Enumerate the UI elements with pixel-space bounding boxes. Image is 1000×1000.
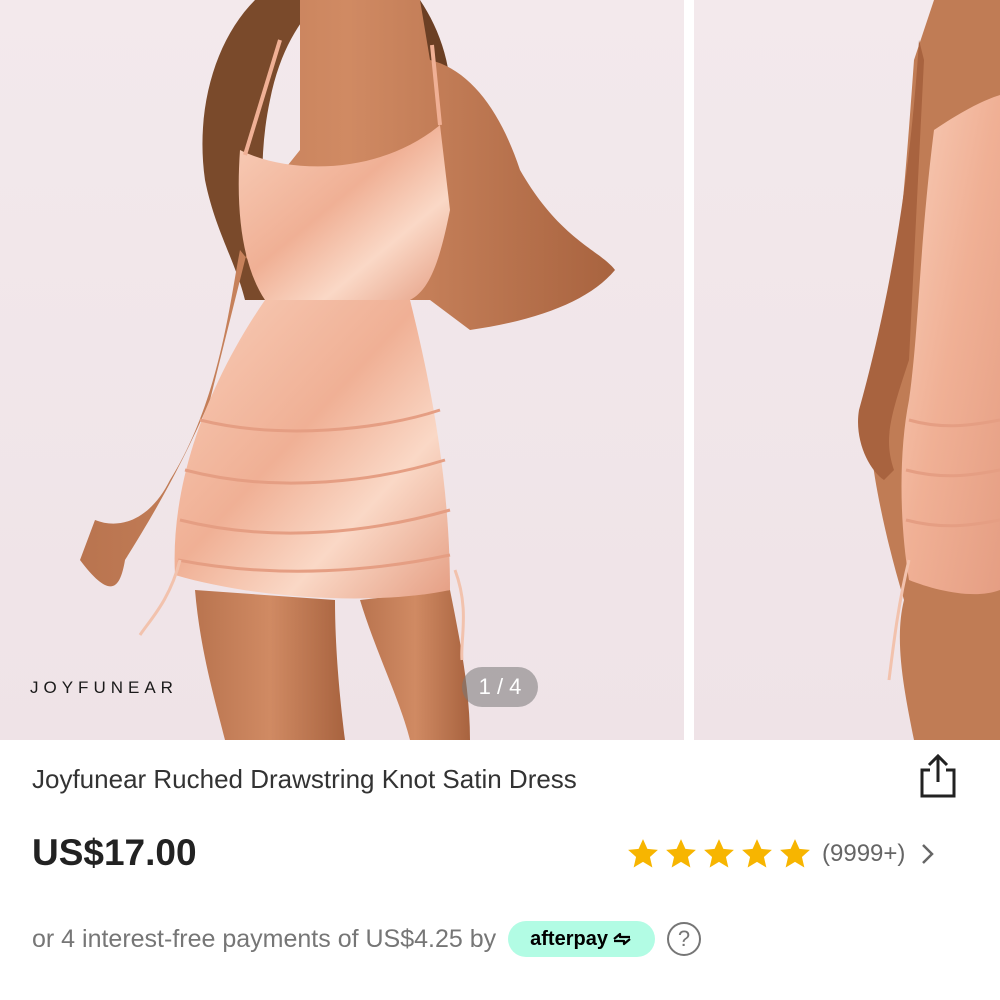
brand-watermark: JOYFUNEAR xyxy=(30,678,178,697)
product-image-slide-1[interactable]: JOYFUNEAR 1 / 4 xyxy=(0,0,684,740)
afterpay-label: afterpay xyxy=(530,927,608,950)
rating-summary[interactable]: (9999+) xyxy=(626,834,937,874)
star-icon xyxy=(742,839,772,868)
product-image-slide-2[interactable] xyxy=(694,0,1000,740)
star-icon xyxy=(666,839,696,868)
chevron-right-icon xyxy=(922,844,935,864)
model-photo-side xyxy=(858,0,1000,740)
installment-text: or 4 interest-free payments of US$4.25 b… xyxy=(32,924,497,953)
image-page-indicator: 1 / 4 xyxy=(462,667,538,707)
star-rating xyxy=(626,837,812,871)
installment-info: or 4 interest-free payments of US$4.25 b… xyxy=(32,918,701,960)
product-image-gallery[interactable]: JOYFUNEAR 1 / 4 xyxy=(0,0,1000,740)
product-title: Joyfunear Ruched Drawstring Knot Satin D… xyxy=(32,764,577,794)
review-count: (9999+) xyxy=(822,840,906,867)
product-price: US$17.00 xyxy=(32,832,197,873)
share-button[interactable] xyxy=(912,750,964,802)
share-icon xyxy=(920,753,956,798)
gallery-divider xyxy=(684,0,694,740)
model-photo-front xyxy=(80,0,615,740)
help-icon[interactable]: ? xyxy=(666,922,701,956)
star-icon xyxy=(704,839,734,868)
star-icon xyxy=(780,839,810,868)
star-icon xyxy=(628,839,658,868)
afterpay-logo-icon xyxy=(613,932,631,946)
afterpay-badge[interactable]: afterpay xyxy=(508,921,655,957)
